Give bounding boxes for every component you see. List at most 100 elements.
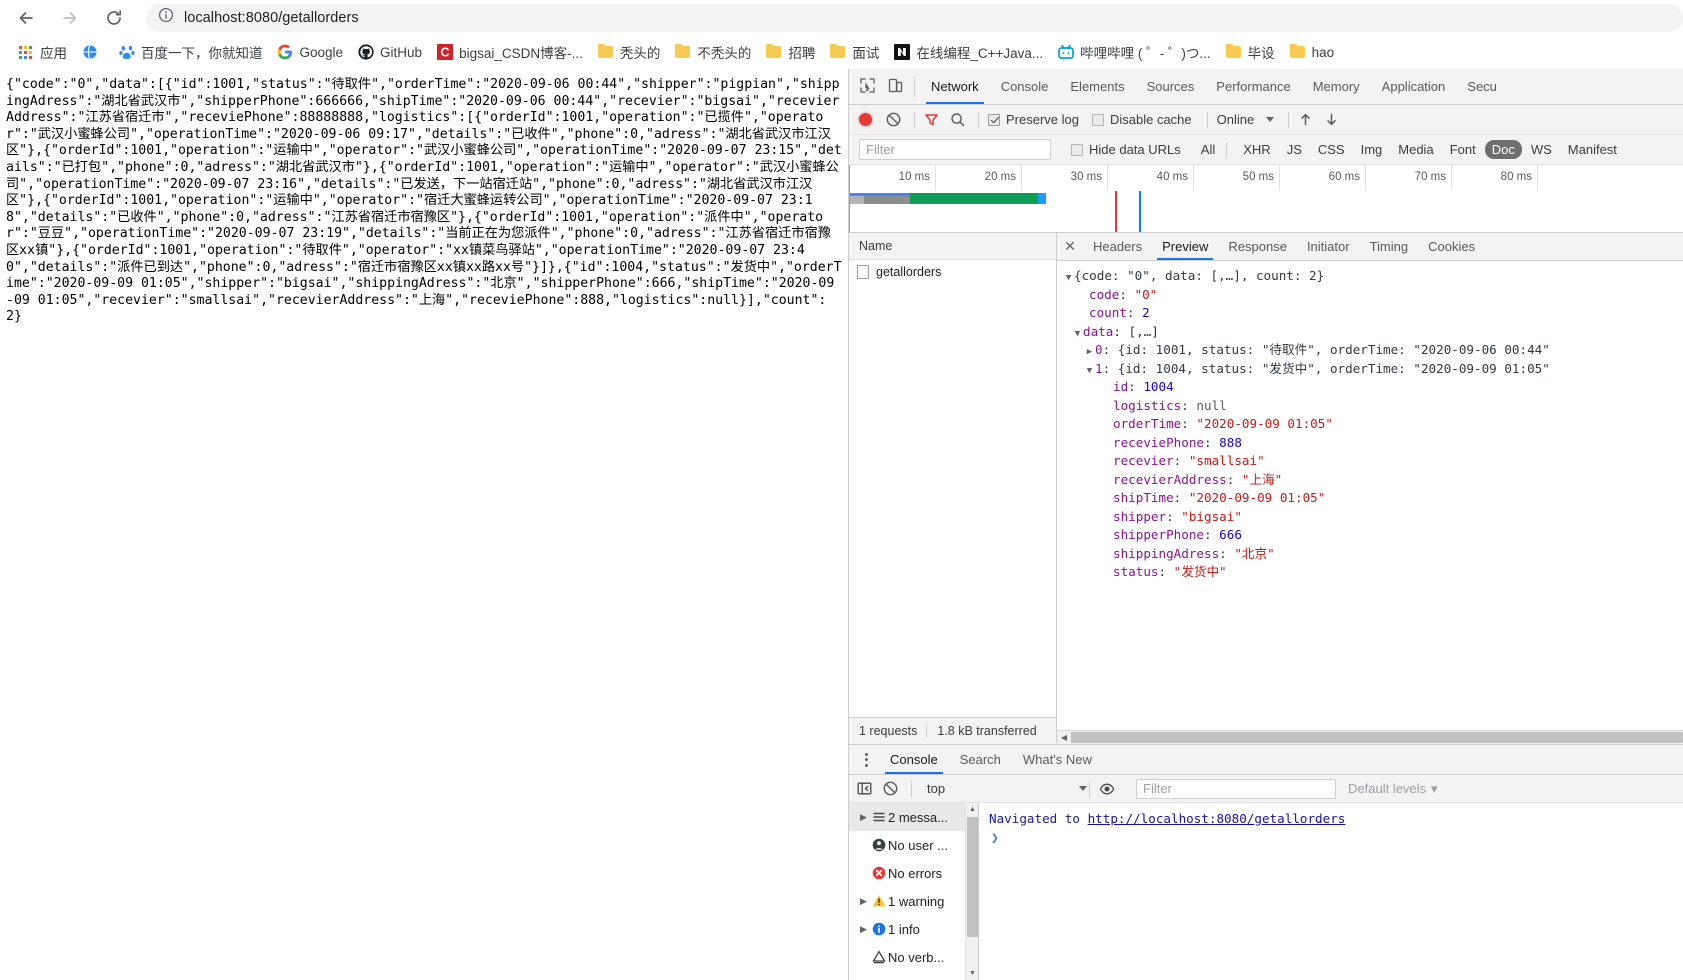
- expand-triangle-icon[interactable]: ▶: [857, 924, 870, 935]
- json-tree-row[interactable]: code: "0": [1063, 286, 1683, 305]
- console-context-select[interactable]: top: [927, 779, 1087, 799]
- request-list[interactable]: getallorders: [849, 260, 1056, 717]
- scroll-up-icon[interactable]: ▲: [966, 803, 978, 816]
- drawer-tab-search[interactable]: Search: [949, 745, 1012, 774]
- filter-type-img[interactable]: Img: [1354, 140, 1390, 159]
- detail-tab-initiator[interactable]: Initiator: [1297, 233, 1360, 260]
- detail-tab-timing[interactable]: Timing: [1360, 233, 1419, 260]
- json-tree-row[interactable]: id: 1004: [1063, 378, 1683, 397]
- bookmark-folder-2[interactable]: 不秃头的: [667, 39, 758, 65]
- console-sidebar-item-messages[interactable]: ▶ 2 messa...: [849, 803, 978, 831]
- json-tree-row[interactable]: shippingAdress: "北京": [1063, 545, 1683, 564]
- filter-type-font[interactable]: Font: [1443, 140, 1483, 159]
- preserve-log-checkbox[interactable]: Preserve log: [988, 112, 1079, 127]
- json-tree-row[interactable]: recevierAddress: "上海": [1063, 471, 1683, 490]
- console-sidebar-item-warnings[interactable]: ▶ 1 warning: [849, 887, 978, 915]
- devtools-tab-network[interactable]: Network: [920, 69, 990, 104]
- json-tree-row[interactable]: receviePhone: 888: [1063, 434, 1683, 453]
- bookmark-globe[interactable]: [74, 39, 111, 65]
- json-tree-row[interactable]: ▶ 0: {id: 1001, status: "待取件", orderTime:…: [1063, 341, 1683, 360]
- json-tree-row[interactable]: orderTime: "2020-09-09 01:05": [1063, 415, 1683, 434]
- devtools-tab-memory[interactable]: Memory: [1302, 69, 1371, 104]
- console-sidebar-toggle-icon[interactable]: [857, 781, 872, 796]
- devtools-tab-security[interactable]: Secu: [1456, 69, 1508, 104]
- console-sidebar-item-errors[interactable]: No errors: [849, 859, 978, 887]
- detail-tab-response[interactable]: Response: [1218, 233, 1297, 260]
- console-sidebar-scrollbar[interactable]: ▲ ▼: [965, 803, 978, 980]
- bookmark-folder-3[interactable]: 招聘: [758, 39, 822, 65]
- collapse-triangle-icon[interactable]: ▼: [1084, 362, 1095, 381]
- back-button[interactable]: [8, 0, 44, 36]
- drawer-tab-whats-new[interactable]: What's New: [1012, 745, 1103, 774]
- filter-type-media[interactable]: Media: [1391, 140, 1440, 159]
- network-filter-input[interactable]: Filter: [859, 139, 1051, 160]
- inspect-element-button[interactable]: [853, 69, 881, 104]
- filter-funnel-icon[interactable]: [924, 112, 939, 127]
- bookmark-folder-4[interactable]: 面试: [822, 39, 886, 65]
- devtools-tab-console[interactable]: Console: [990, 69, 1060, 104]
- bookmark-folder-5[interactable]: 毕设: [1218, 39, 1282, 65]
- live-expression-icon[interactable]: [1099, 781, 1115, 797]
- site-info-icon[interactable]: [158, 7, 174, 28]
- scroll-down-icon[interactable]: ▼: [966, 967, 978, 980]
- filter-type-doc[interactable]: Doc: [1484, 140, 1522, 159]
- bookmark-nowcoder[interactable]: 在线编程_C++Java...: [886, 39, 1050, 65]
- json-tree-row[interactable]: shipper: "bigsai": [1063, 508, 1683, 527]
- hide-data-urls-checkbox[interactable]: Hide data URLs: [1071, 142, 1181, 157]
- forward-button[interactable]: [52, 0, 88, 36]
- json-tree-row[interactable]: status: "发货中": [1063, 563, 1683, 582]
- disable-cache-checkbox[interactable]: Disable cache: [1091, 112, 1192, 127]
- console-levels-select[interactable]: Default levels ▾: [1348, 781, 1438, 797]
- more-options-icon[interactable]: [853, 745, 879, 774]
- devtools-tab-performance[interactable]: Performance: [1205, 69, 1301, 104]
- console-sidebar-item-user-messages[interactable]: No user ...: [849, 831, 978, 859]
- expand-triangle-icon[interactable]: ▶: [1084, 343, 1095, 362]
- export-har-icon[interactable]: [1324, 112, 1339, 127]
- bookmark-baidu[interactable]: 百度一下，你就知道: [111, 39, 270, 65]
- console-prompt[interactable]: ❯: [989, 829, 1683, 849]
- console-sidebar-item-verbose[interactable]: No verb...: [849, 943, 978, 971]
- import-har-icon[interactable]: [1298, 112, 1313, 127]
- reload-button[interactable]: [96, 0, 132, 36]
- json-tree-row[interactable]: shipperPhone: 666: [1063, 526, 1683, 545]
- scrollbar-thumb[interactable]: [1071, 732, 1683, 743]
- detail-tab-cookies[interactable]: Cookies: [1418, 233, 1485, 260]
- throttling-select[interactable]: Online: [1217, 112, 1275, 127]
- search-icon[interactable]: [950, 112, 965, 127]
- console-filter-input[interactable]: Filter: [1136, 778, 1336, 799]
- detail-tab-headers[interactable]: Headers: [1083, 233, 1152, 260]
- devtools-tab-sources[interactable]: Sources: [1136, 69, 1206, 104]
- network-overview-timeline[interactable]: 10 ms 20 ms 30 ms 40 ms 50 ms 60 ms 70 m…: [849, 165, 1683, 233]
- console-sidebar-item-info[interactable]: ▶ 1 info: [849, 915, 978, 943]
- json-tree-row[interactable]: ▼ {code: "0", data: [,…], count: 2}: [1063, 267, 1683, 286]
- bookmark-bilibili[interactable]: 哔哩哔哩 ( ゜- ゜)つ...: [1050, 39, 1218, 65]
- filter-type-all[interactable]: All: [1194, 140, 1222, 159]
- bookmark-folder-1[interactable]: 秃头的: [590, 39, 668, 65]
- filter-type-js[interactable]: JS: [1280, 140, 1309, 159]
- drawer-tab-console[interactable]: Console: [879, 745, 949, 774]
- bookmark-apps[interactable]: 应用: [10, 39, 74, 65]
- request-list-header[interactable]: Name: [849, 233, 1056, 260]
- json-tree-row[interactable]: count: 2: [1063, 304, 1683, 323]
- devtools-tab-application[interactable]: Application: [1371, 69, 1457, 104]
- json-tree-row[interactable]: ▼ data: [,…]: [1063, 323, 1683, 342]
- json-tree-row[interactable]: recevier: "smallsai": [1063, 452, 1683, 471]
- clear-network-log-icon[interactable]: [886, 112, 901, 127]
- bookmark-google[interactable]: Google: [270, 39, 351, 65]
- scroll-left-icon[interactable]: ◀: [1057, 733, 1071, 742]
- bookmark-github[interactable]: GitHub: [350, 39, 429, 65]
- record-button-icon[interactable]: [859, 113, 872, 126]
- json-tree-row[interactable]: shipTime: "2020-09-09 01:05": [1063, 489, 1683, 508]
- bookmark-folder-6[interactable]: hao: [1282, 39, 1342, 65]
- close-detail-button[interactable]: ✕: [1057, 233, 1083, 260]
- json-preview-tree[interactable]: ▼ {code: "0", data: [,…], count: 2} code: …: [1057, 261, 1683, 730]
- filter-type-manifest[interactable]: Manifest: [1561, 140, 1624, 159]
- navigated-url[interactable]: http://localhost:8080/getallorders: [1088, 811, 1346, 826]
- json-tree-row[interactable]: logistics: null: [1063, 397, 1683, 416]
- filter-type-ws[interactable]: WS: [1524, 140, 1559, 159]
- request-row[interactable]: getallorders: [849, 260, 1056, 284]
- expand-triangle-icon[interactable]: ▶: [857, 896, 870, 907]
- collapse-triangle-icon[interactable]: ▼: [1072, 325, 1083, 344]
- collapse-triangle-icon[interactable]: ▼: [1063, 269, 1074, 288]
- json-tree-row[interactable]: ▼ 1: {id: 1004, status: "发货中", orderTime:…: [1063, 360, 1683, 379]
